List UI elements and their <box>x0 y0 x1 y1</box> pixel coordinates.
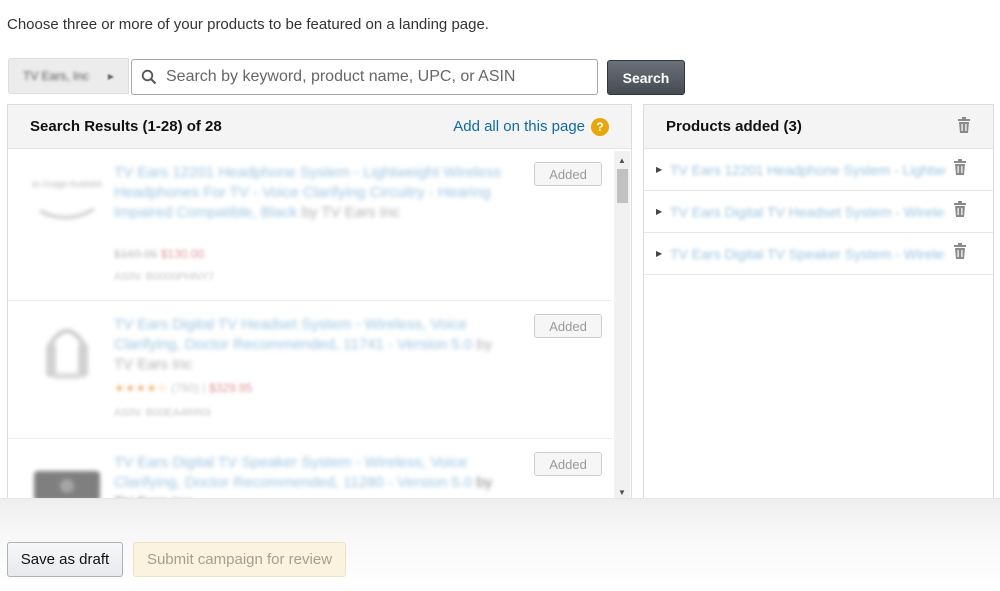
result-item: No Image Available TV Ears 12201 Headpho… <box>8 149 612 301</box>
thumb-text-line-1: No Image Available <box>32 179 102 189</box>
trash-icon[interactable] <box>953 159 967 180</box>
footer-bar: Save as draft Submit campaign for review <box>0 498 1000 591</box>
result-price: $169.95 $130.00 <box>114 247 204 261</box>
added-product-name[interactable]: TV Ears Digital TV Headset System - Wire… <box>670 204 945 220</box>
rating-stars-icon: ★★★★☆ <box>114 381 168 395</box>
save-draft-button[interactable]: Save as draft <box>7 542 123 577</box>
result-title-link[interactable]: TV Ears Digital TV Headset System - Wire… <box>114 315 514 375</box>
result-asin: ASIN: B0000PHNY7 <box>114 271 215 283</box>
result-item: TV Ears Digital TV Headset System - Wire… <box>8 301 612 439</box>
added-product-row[interactable]: ▶ TV Ears 12201 Headphone System - Light… <box>644 149 993 191</box>
brand-selector[interactable]: TV Ears, Inc ▶ <box>8 58 129 94</box>
submit-campaign-button[interactable]: Submit campaign for review <box>133 542 346 577</box>
rating-count: (760) <box>171 381 200 395</box>
add-all-link[interactable]: Add all on this page ? <box>453 117 609 136</box>
sale-price: $130.00 <box>160 247 205 261</box>
search-box[interactable] <box>131 59 598 95</box>
search-results-panel: Search Results (1-28) of 28 Add all on t… <box>7 104 632 504</box>
products-added-panel: Products added (3) ▶ TV Ears 12201 Headp… <box>643 104 994 504</box>
trash-icon[interactable] <box>957 116 971 137</box>
search-results-title: Search Results (1-28) of 28 <box>30 118 222 135</box>
search-button[interactable]: Search <box>607 60 685 95</box>
added-button[interactable]: Added <box>534 314 602 338</box>
result-title-link[interactable]: TV Ears 12201 Headphone System - Lightwe… <box>114 163 514 223</box>
results-scrollbar[interactable]: ▲ ▼ <box>614 151 630 501</box>
instructions-text: Choose three or more of your products to… <box>7 16 489 33</box>
search-results-header: Search Results (1-28) of 28 Add all on t… <box>8 105 631 149</box>
added-product-name[interactable]: TV Ears Digital TV Speaker System - Wire… <box>670 246 945 262</box>
scroll-down-icon[interactable]: ▼ <box>614 485 630 499</box>
no-image-icon: No Image Available <box>28 167 106 237</box>
result-price: ★★★★☆ (760) | $329.95 <box>114 381 253 395</box>
scrollbar-thumb[interactable] <box>617 169 628 203</box>
added-button[interactable]: Added <box>534 452 602 476</box>
result-brand: by TV Ears Inc <box>301 204 400 221</box>
search-icon <box>132 69 166 85</box>
result-title[interactable]: TV Ears Digital TV Headset System - Wire… <box>114 316 472 353</box>
search-input[interactable] <box>166 68 586 86</box>
search-results-list[interactable]: No Image Available TV Ears 12201 Headpho… <box>8 149 612 503</box>
chevron-right-icon: ▶ <box>107 71 114 81</box>
sale-price: $329.95 <box>208 381 253 395</box>
headset-icon <box>32 315 102 385</box>
added-product-name[interactable]: TV Ears 12201 Headphone System - Lightwe… <box>670 162 945 178</box>
expand-triangle-icon[interactable]: ▶ <box>656 165 670 174</box>
added-product-row[interactable]: ▶ TV Ears Digital TV Headset System - Wi… <box>644 191 993 233</box>
added-button[interactable]: Added <box>534 162 602 186</box>
trash-icon[interactable] <box>953 201 967 222</box>
expand-triangle-icon[interactable]: ▶ <box>656 249 670 258</box>
expand-triangle-icon[interactable]: ▶ <box>656 207 670 216</box>
trash-icon[interactable] <box>953 243 967 264</box>
result-item: TV Ears Digital TV Speaker System - Wire… <box>8 439 612 503</box>
help-icon[interactable]: ? <box>591 117 609 136</box>
add-all-label[interactable]: Add all on this page <box>453 118 585 135</box>
products-added-title: Products added (3) <box>666 118 802 135</box>
result-asin: ASIN: B00EA4RR0I <box>114 407 212 419</box>
result-title-link[interactable]: TV Ears Digital TV Speaker System - Wire… <box>114 453 514 503</box>
scroll-up-icon[interactable]: ▲ <box>614 153 630 167</box>
brand-selector-value: TV Ears, Inc <box>23 69 90 83</box>
products-added-header: Products added (3) <box>644 105 993 149</box>
list-price: $169.95 <box>114 247 158 261</box>
added-product-row[interactable]: ▶ TV Ears Digital TV Speaker System - Wi… <box>644 233 993 275</box>
result-title[interactable]: TV Ears Digital TV Speaker System - Wire… <box>114 454 472 491</box>
